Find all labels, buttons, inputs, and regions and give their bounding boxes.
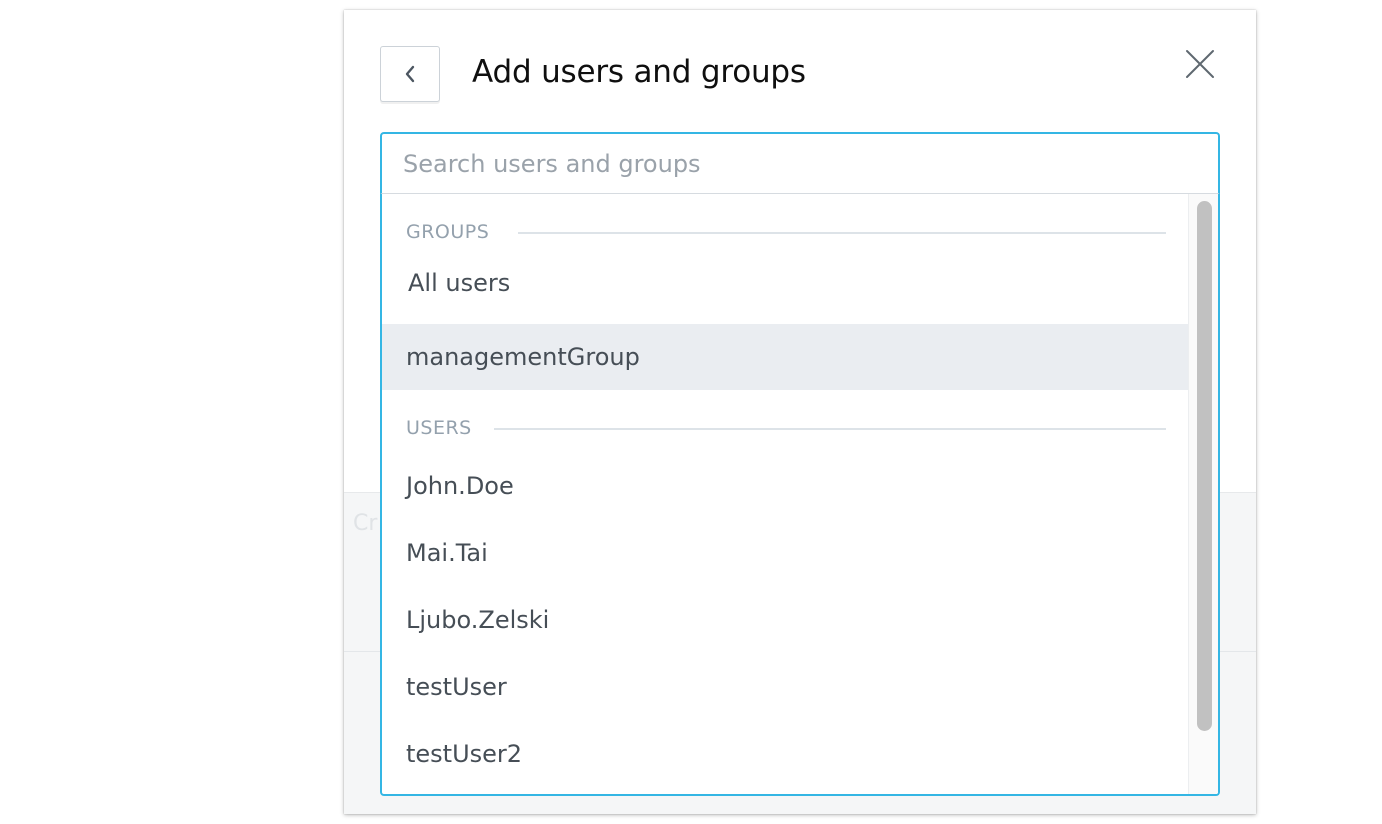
option-user-mai-tai[interactable]: Mai.Tai (382, 520, 1188, 586)
search-box (380, 132, 1220, 194)
scrollbar-track[interactable] (1188, 194, 1218, 794)
dialog-title: Add users and groups (472, 54, 806, 90)
close-icon (1184, 48, 1216, 80)
option-group-management[interactable]: managementGroup (382, 324, 1188, 390)
option-user-testuser2[interactable]: testUser2 (382, 721, 1188, 787)
option-label: managementGroup (406, 343, 640, 371)
option-label: All users (408, 269, 511, 297)
groups-section-label: GROUPS (406, 221, 490, 243)
back-button[interactable] (380, 46, 440, 102)
option-label: testUser (406, 673, 507, 701)
search-results-dropdown: GROUPS All users managementGroup USERS J… (380, 194, 1220, 796)
option-label: Mai.Tai (406, 539, 488, 567)
option-user-ljubo-zelski[interactable]: Ljubo.Zelski (382, 587, 1188, 653)
groups-section-divider (518, 232, 1166, 234)
users-section-divider (494, 428, 1166, 430)
users-section-header: USERS (406, 415, 472, 441)
add-users-dialog: Cr Add users and groups GROUPS All users… (344, 10, 1256, 814)
option-label: testUser2 (406, 740, 523, 768)
close-button[interactable] (1182, 46, 1218, 82)
option-user-testuser[interactable]: testUser (382, 654, 1188, 720)
groups-section-header: GROUPS (406, 219, 489, 245)
scrollbar-thumb[interactable] (1197, 201, 1212, 731)
option-group-all-users[interactable]: All users (382, 250, 1188, 316)
chevron-left-icon (403, 64, 417, 84)
option-label: Ljubo.Zelski (406, 606, 550, 634)
option-user-john-doe[interactable]: John.Doe (382, 453, 1188, 519)
users-section-label: USERS (406, 417, 472, 439)
option-label: John.Doe (406, 472, 514, 500)
search-input[interactable] (382, 134, 1218, 193)
background-partial-text: Cr (353, 511, 378, 536)
